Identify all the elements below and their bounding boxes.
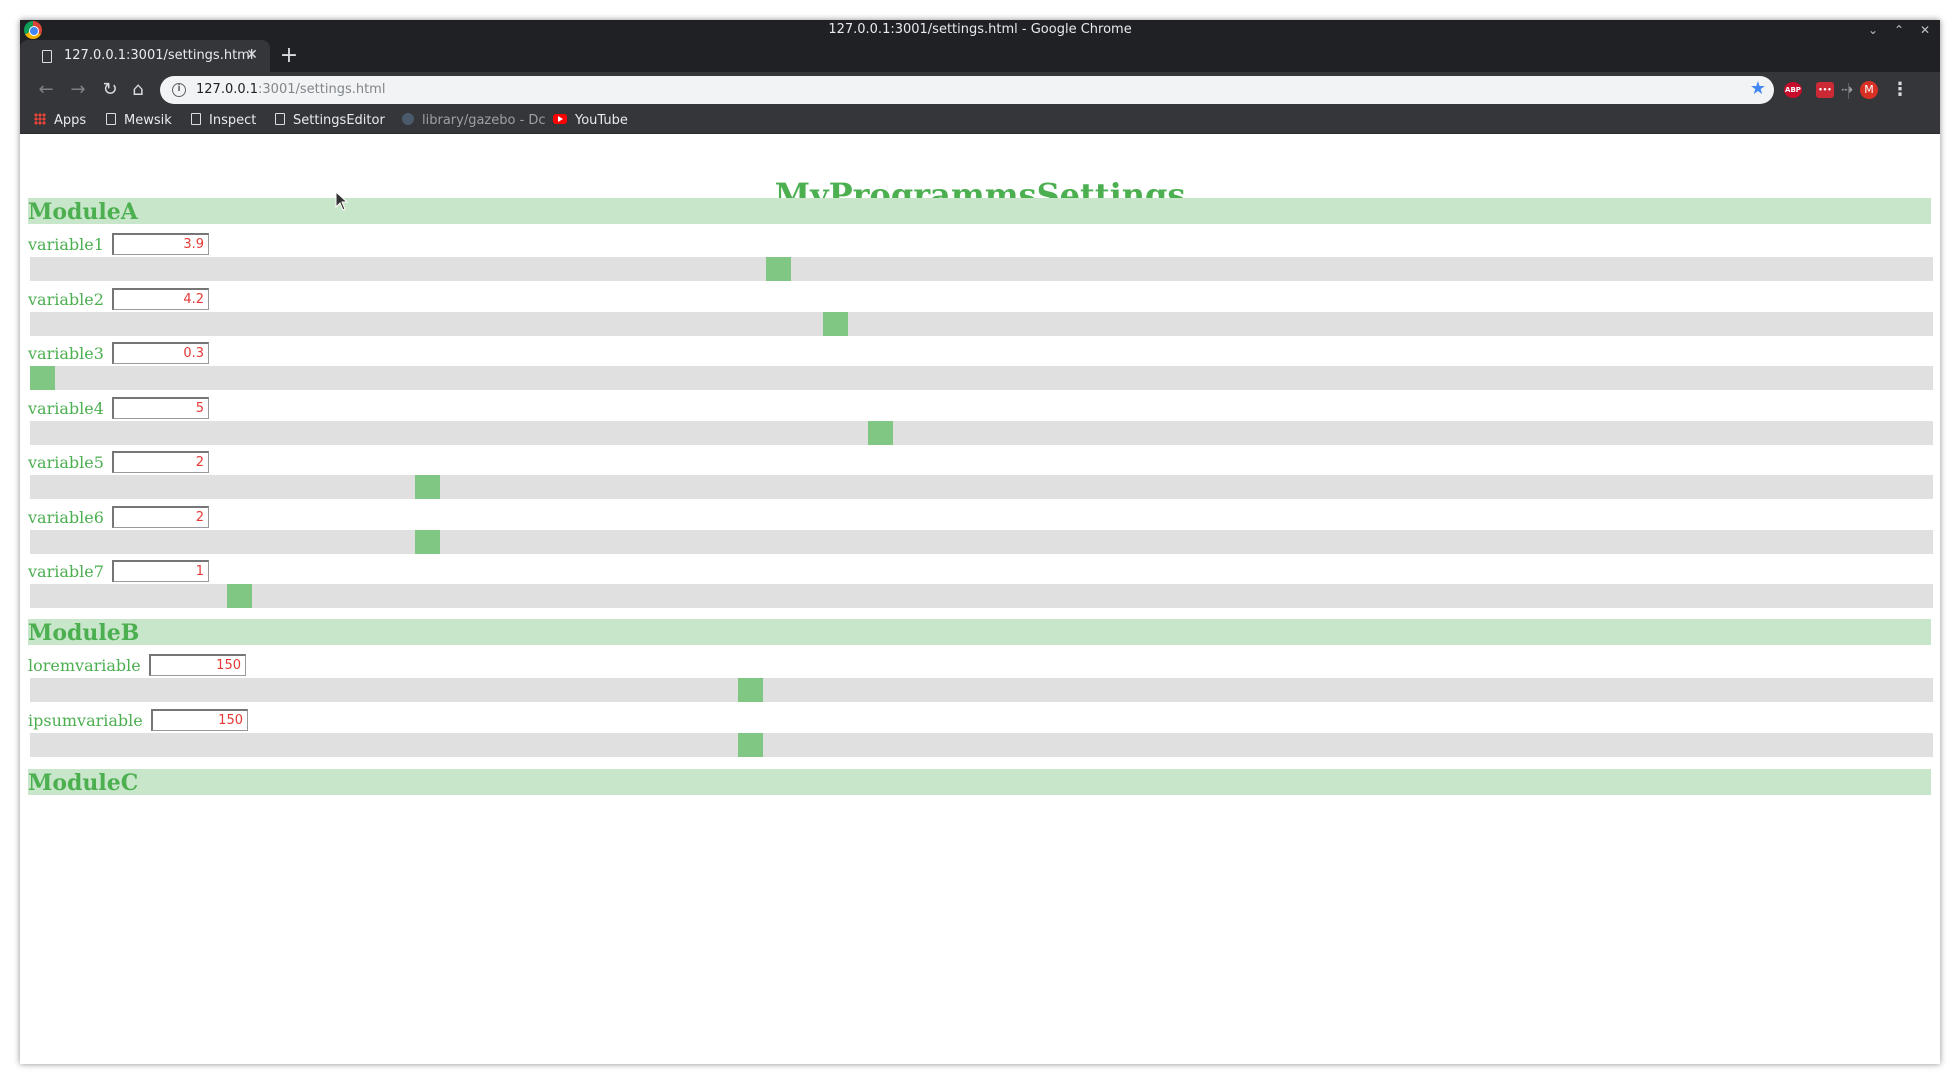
slider-thumb[interactable] <box>822 311 848 336</box>
module-header-modulec: ModuleC <box>28 769 1931 796</box>
setting-slider[interactable] <box>30 732 1933 757</box>
setting-value-input[interactable] <box>149 654 246 676</box>
setting-slider[interactable] <box>30 311 1933 336</box>
setting-row-variable5: variable5 <box>28 451 1933 511</box>
profile-avatar[interactable]: M <box>1860 81 1878 99</box>
home-icon[interactable]: ⌂ <box>126 78 150 102</box>
setting-label: variable6 <box>28 507 104 527</box>
slider-thumb[interactable] <box>766 257 792 281</box>
setting-value-input[interactable] <box>112 233 209 255</box>
setting-row-variable7: variable7 <box>28 560 1933 620</box>
setting-slider[interactable] <box>30 529 1933 554</box>
setting-label: variable1 <box>28 235 104 254</box>
info-icon[interactable]: i <box>172 83 186 97</box>
setting-label: variable2 <box>28 289 104 309</box>
setting-label: variable3 <box>28 344 104 363</box>
extension-puzzle-icon[interactable]: ⇢ <box>1840 82 1854 98</box>
module-title: ModuleB <box>28 620 140 646</box>
page-icon <box>191 113 201 125</box>
setting-label: ipsumvariable <box>28 710 143 730</box>
toolbar-divider <box>1848 83 1849 99</box>
tab-title: 127.0.0.1:3001/settings.html <box>64 48 254 63</box>
setting-value-input[interactable] <box>112 287 209 310</box>
chrome-menu-icon[interactable]: ⋮ <box>1890 78 1910 102</box>
bookmarks-bar: Apps Mewsik Inspect SettingsEditor libra… <box>20 108 1940 134</box>
setting-label: variable5 <box>28 453 104 472</box>
bookmark-mewsik[interactable]: Mewsik <box>106 112 172 130</box>
setting-label: variable4 <box>28 398 104 418</box>
page-icon <box>106 113 116 125</box>
setting-slider[interactable] <box>30 420 1933 445</box>
slider-thumb[interactable] <box>414 475 440 499</box>
bookmark-apps[interactable]: Apps <box>34 112 86 130</box>
setting-row-variable2: variable2 <box>28 287 1933 348</box>
slider-thumb[interactable] <box>738 678 763 702</box>
bookmark-gazebo[interactable]: library/gazebo - Dc <box>402 112 546 130</box>
setting-row-variable4: variable4 <box>28 396 1933 457</box>
window-title: 127.0.0.1:3001/settings.html - Google Ch… <box>828 22 1132 37</box>
address-bar[interactable]: i 127.0.0.1:3001/settings.html ★ <box>160 76 1774 104</box>
setting-value-input[interactable] <box>112 560 209 582</box>
toolbar: ← → ↻ ⌂ i 127.0.0.1:3001/settings.html ★… <box>20 72 1940 108</box>
setting-slider[interactable] <box>30 475 1933 499</box>
module-header-moduleb: ModuleB <box>28 619 1931 646</box>
setting-slider[interactable] <box>30 366 1933 390</box>
slider-thumb[interactable] <box>30 366 55 390</box>
setting-slider[interactable] <box>30 678 1933 702</box>
slider-thumb[interactable] <box>738 732 763 757</box>
back-arrow-icon[interactable]: ← <box>34 78 58 102</box>
page-icon <box>275 113 285 125</box>
adblock-extension-icon[interactable]: ABP <box>1784 82 1802 98</box>
slider-thumb[interactable] <box>227 584 253 608</box>
setting-row-ipsumvariable: ipsumvariable <box>28 708 1933 769</box>
apps-grid-icon <box>34 113 46 125</box>
module-title: ModuleA <box>28 199 138 225</box>
setting-row-variable3: variable3 <box>28 342 1933 402</box>
setting-slider[interactable] <box>30 257 1933 281</box>
slider-thumb[interactable] <box>867 420 893 445</box>
setting-row-loremvariable: loremvariable <box>28 654 1933 714</box>
lastpass-extension-icon[interactable]: ••• <box>1816 82 1834 98</box>
gazebo-icon <box>402 113 414 125</box>
setting-value-input[interactable] <box>112 342 209 364</box>
setting-value-input[interactable] <box>112 505 209 528</box>
slider-thumb[interactable] <box>414 529 440 554</box>
bookmark-inspect[interactable]: Inspect <box>191 112 256 130</box>
minimize-icon[interactable]: ⌄ <box>1860 20 1886 40</box>
setting-slider[interactable] <box>30 584 1933 608</box>
bookmark-settingseditor[interactable]: SettingsEditor <box>275 112 385 130</box>
maximize-icon[interactable]: ⌃ <box>1886 20 1912 40</box>
url-text: 127.0.0.1:3001/settings.html <box>196 82 386 97</box>
browser-window: 127.0.0.1:3001/settings.html - Google Ch… <box>20 20 1940 1064</box>
mouse-cursor-icon <box>335 190 349 215</box>
setting-value-input[interactable] <box>151 708 248 731</box>
setting-value-input[interactable] <box>112 451 209 473</box>
setting-row-variable1: variable1 <box>28 233 1933 293</box>
title-bar: 127.0.0.1:3001/settings.html - Google Ch… <box>20 20 1940 40</box>
close-window-icon[interactable]: ✕ <box>1912 20 1938 40</box>
tab-strip: 127.0.0.1:3001/settings.html ✕ + <box>20 40 1940 72</box>
new-tab-button[interactable]: + <box>276 43 302 69</box>
module-header-modulea: ModuleA <box>28 198 1931 225</box>
setting-label: loremvariable <box>28 656 141 675</box>
setting-label: variable7 <box>28 562 104 581</box>
setting-row-variable6: variable6 <box>28 505 1933 566</box>
settings-page: MyProgrammsSettings ModuleAvariable1vari… <box>20 134 1940 1064</box>
module-title: ModuleC <box>28 770 139 796</box>
setting-value-input[interactable] <box>112 396 209 419</box>
page-icon <box>42 50 52 63</box>
youtube-icon <box>553 114 567 124</box>
tab-settings[interactable]: 127.0.0.1:3001/settings.html ✕ <box>20 40 270 72</box>
reload-icon[interactable]: ↻ <box>98 78 122 102</box>
tab-close-icon[interactable]: ✕ <box>242 45 262 65</box>
forward-arrow-icon[interactable]: → <box>66 78 90 102</box>
bookmark-star-icon[interactable]: ★ <box>1750 78 1766 99</box>
bookmark-youtube[interactable]: YouTube <box>553 112 628 130</box>
